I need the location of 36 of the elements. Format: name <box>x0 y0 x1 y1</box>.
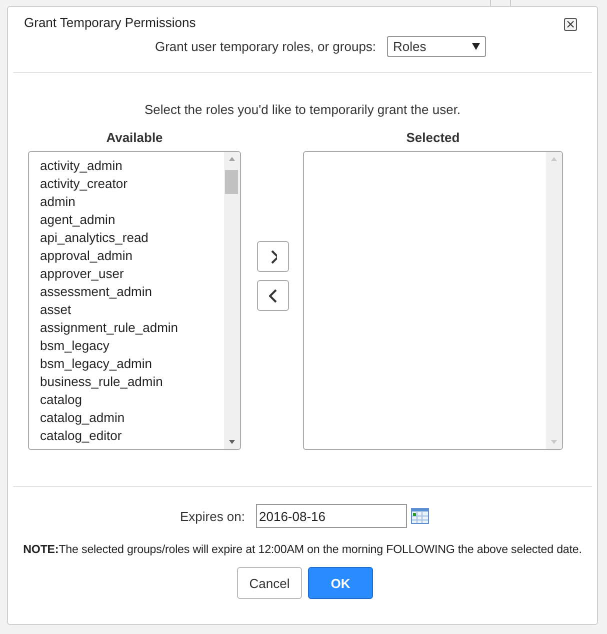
cancel-button[interactable]: Cancel <box>237 567 302 599</box>
list-item[interactable]: approver_user <box>40 265 224 283</box>
list-item[interactable]: approval_admin <box>40 247 224 265</box>
chevron-right-icon <box>269 250 277 264</box>
date-field[interactable]: 2016-08-16 <box>256 504 408 528</box>
list-item[interactable]: api_analytics_read <box>40 229 224 247</box>
caret-icon <box>472 43 480 50</box>
list-item[interactable]: asset <box>40 301 224 319</box>
grant-type-dropdown[interactable]: Roles <box>387 36 486 57</box>
list-item[interactable]: catalog_admin <box>40 409 224 427</box>
add-button[interactable] <box>257 241 289 272</box>
chevron-left-icon <box>269 288 277 302</box>
list-heading: Available <box>106 130 163 145</box>
list-heading: Selected <box>406 130 460 145</box>
note-text: NOTE:The selected groups/roles will expire at 12:00AM on the morning FOLLOWING the above selected date. <box>23 542 582 557</box>
list-item[interactable]: bsm_legacy_admin <box>40 355 224 373</box>
dialog-title: Grant Temporary Permissions <box>24 15 196 32</box>
scrollbar[interactable] <box>224 152 240 449</box>
list-item[interactable]: activity_admin <box>40 157 224 175</box>
instruction-text: Select the roles you'd like to temporarily grant the user. <box>143 102 462 117</box>
list-item[interactable]: agent_admin <box>40 211 224 229</box>
list-item[interactable]: catalog <box>40 391 224 409</box>
list-item[interactable]: admin <box>40 193 224 211</box>
list-item[interactable]: activity_creator <box>40 175 224 193</box>
list-item[interactable]: catalog_editor <box>40 427 224 445</box>
remove-button[interactable] <box>257 280 289 311</box>
scrollbar[interactable] <box>546 152 562 449</box>
list-item[interactable]: assignment_rule_admin <box>40 319 224 337</box>
grant-type-label: Grant user temporary roles, or groups: <box>154 39 376 54</box>
close-button[interactable]: × <box>564 18 577 31</box>
list-item[interactable]: bsm_legacy <box>40 337 224 355</box>
list-item[interactable]: business_rule_admin <box>40 373 224 391</box>
list-box[interactable] <box>28 151 241 450</box>
expires-label: Expires on: <box>180 508 246 524</box>
list-item[interactable]: assessment_admin <box>40 283 224 301</box>
calendar-icon[interactable] <box>411 508 430 524</box>
